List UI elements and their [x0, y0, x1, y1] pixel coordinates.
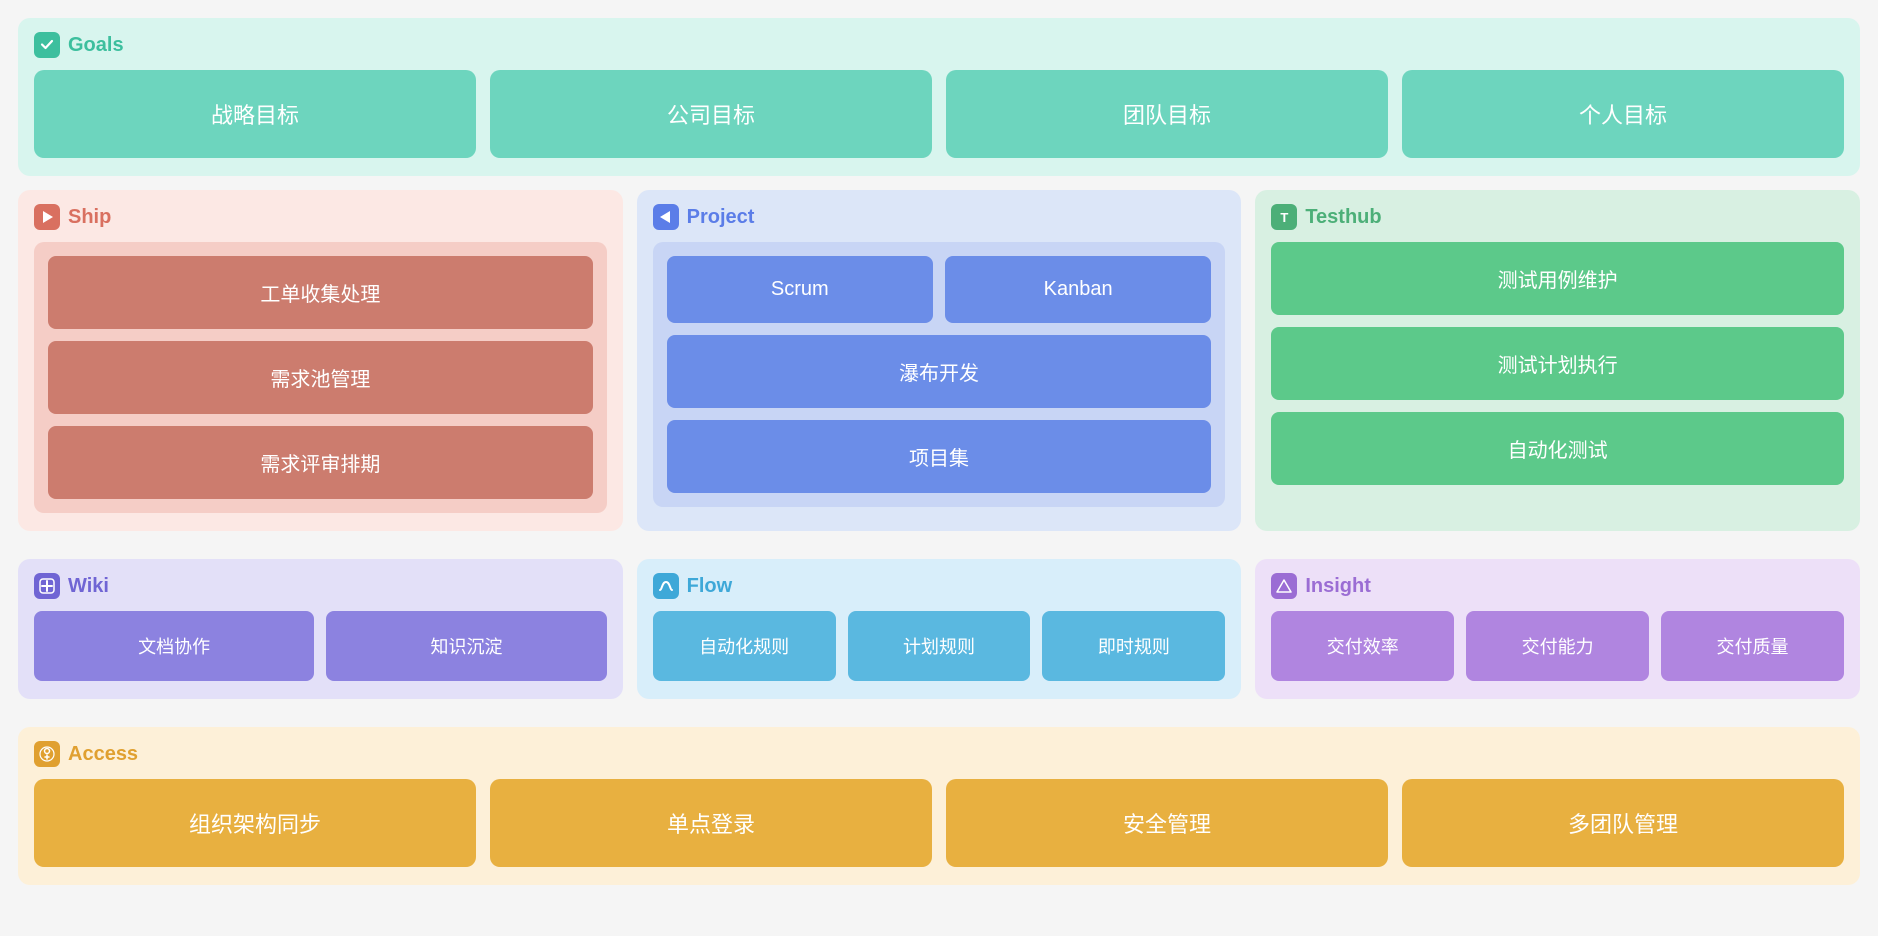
ship-cards: 工单收集处理 需求池管理 需求评审排期	[34, 242, 607, 513]
ship-icon	[34, 204, 60, 230]
flow-header: Flow	[653, 573, 1226, 599]
project-top-row: Scrum Kanban	[667, 256, 1212, 323]
project-card-kanban[interactable]: Kanban	[945, 256, 1211, 323]
flow-cards: 自动化规则 计划规则 即时规则	[653, 611, 1226, 681]
flow-title: Flow	[687, 575, 733, 598]
flow-card-2[interactable]: 即时规则	[1042, 611, 1225, 681]
project-header: Project	[653, 204, 1226, 230]
access-card-1[interactable]: 单点登录	[490, 779, 932, 867]
ship-card-1[interactable]: 需求池管理	[48, 341, 593, 414]
testhub-icon: T	[1271, 204, 1297, 230]
goals-header: Goals	[34, 32, 1844, 58]
insight-card-0[interactable]: 交付效率	[1271, 611, 1454, 681]
testhub-header: T Testhub	[1271, 204, 1844, 230]
goals-card-1[interactable]: 公司目标	[490, 70, 932, 158]
wiki-card-1[interactable]: 知识沉淀	[326, 611, 606, 681]
access-header: Access	[34, 741, 1844, 767]
goals-icon	[34, 32, 60, 58]
goals-card-3[interactable]: 个人目标	[1402, 70, 1844, 158]
wiki-section: Wiki 文档协作 知识沉淀	[18, 559, 623, 699]
project-card-waterfall[interactable]: 瀑布开发	[667, 335, 1212, 408]
insight-card-1[interactable]: 交付能力	[1466, 611, 1649, 681]
flow-section: Flow 自动化规则 计划规则 即时规则	[637, 559, 1242, 699]
testhub-card-1[interactable]: 测试计划执行	[1271, 327, 1844, 400]
insight-section: Insight 交付效率 交付能力 交付质量	[1255, 559, 1860, 699]
project-icon	[653, 204, 679, 230]
access-card-2[interactable]: 安全管理	[946, 779, 1388, 867]
access-title: Access	[68, 743, 138, 766]
insight-cards: 交付效率 交付能力 交付质量	[1271, 611, 1844, 681]
testhub-section: T Testhub 测试用例维护 测试计划执行 自动化测试	[1255, 190, 1860, 531]
testhub-icon-letter: T	[1280, 210, 1288, 225]
wiki-icon	[34, 573, 60, 599]
ship-title: Ship	[68, 206, 111, 229]
access-card-3[interactable]: 多团队管理	[1402, 779, 1844, 867]
bottom-row: Wiki 文档协作 知识沉淀 Flow 自动化规则 计划规则 即时规则	[18, 559, 1860, 713]
project-card-portfolio[interactable]: 项目集	[667, 420, 1212, 493]
testhub-card-2[interactable]: 自动化测试	[1271, 412, 1844, 485]
goals-grid: 战略目标 公司目标 团队目标 个人目标	[34, 70, 1844, 158]
insight-icon	[1271, 573, 1297, 599]
insight-title: Insight	[1305, 575, 1371, 598]
middle-row: Ship 工单收集处理 需求池管理 需求评审排期 Project Scrum K…	[18, 190, 1860, 545]
wiki-cards: 文档协作 知识沉淀	[34, 611, 607, 681]
insight-card-2[interactable]: 交付质量	[1661, 611, 1844, 681]
goals-card-0[interactable]: 战略目标	[34, 70, 476, 158]
project-inner: Scrum Kanban 瀑布开发 项目集	[653, 242, 1226, 507]
access-section: Access 组织架构同步 单点登录 安全管理 多团队管理	[18, 727, 1860, 885]
testhub-title: Testhub	[1305, 206, 1381, 229]
wiki-card-0[interactable]: 文档协作	[34, 611, 314, 681]
access-card-0[interactable]: 组织架构同步	[34, 779, 476, 867]
ship-header: Ship	[34, 204, 607, 230]
testhub-card-0[interactable]: 测试用例维护	[1271, 242, 1844, 315]
flow-card-0[interactable]: 自动化规则	[653, 611, 836, 681]
access-grid: 组织架构同步 单点登录 安全管理 多团队管理	[34, 779, 1844, 867]
project-card-scrum[interactable]: Scrum	[667, 256, 933, 323]
goals-title: Goals	[68, 34, 124, 57]
flow-card-1[interactable]: 计划规则	[848, 611, 1031, 681]
goals-card-2[interactable]: 团队目标	[946, 70, 1388, 158]
wiki-header: Wiki	[34, 573, 607, 599]
access-icon	[34, 741, 60, 767]
testhub-cards: 测试用例维护 测试计划执行 自动化测试	[1271, 242, 1844, 485]
flow-icon	[653, 573, 679, 599]
ship-card-2[interactable]: 需求评审排期	[48, 426, 593, 499]
ship-section: Ship 工单收集处理 需求池管理 需求评审排期	[18, 190, 623, 531]
goals-section: Goals 战略目标 公司目标 团队目标 个人目标	[18, 18, 1860, 176]
ship-card-0[interactable]: 工单收集处理	[48, 256, 593, 329]
wiki-title: Wiki	[68, 575, 109, 598]
insight-header: Insight	[1271, 573, 1844, 599]
project-title: Project	[687, 206, 755, 229]
project-section: Project Scrum Kanban 瀑布开发 项目集	[637, 190, 1242, 531]
